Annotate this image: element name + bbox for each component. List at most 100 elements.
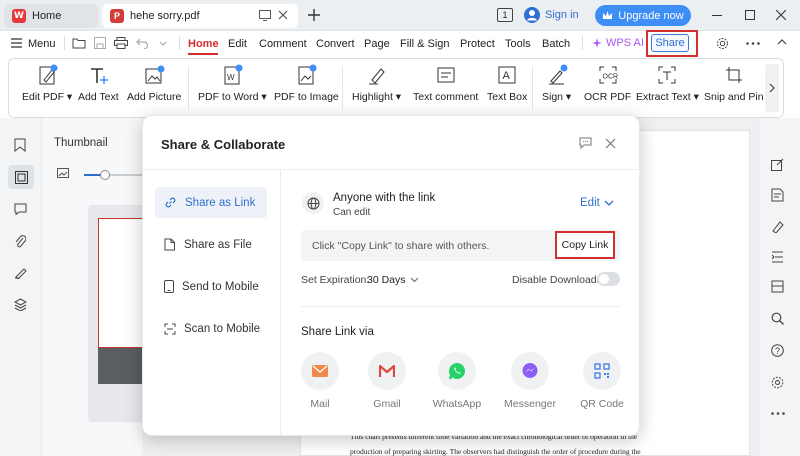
disable-downloads-toggle[interactable] [597, 272, 620, 286]
thumbnail-panel-button[interactable] [8, 165, 34, 189]
share-qr-code-button[interactable] [583, 352, 621, 390]
page-layout-icon[interactable] [771, 280, 784, 293]
ribbon-divider [188, 66, 189, 110]
svg-text:?: ? [775, 346, 780, 356]
text-box-button[interactable]: A Text Box [487, 64, 527, 103]
expiration-value: 30 Days [367, 274, 406, 286]
qr-code-icon [594, 363, 610, 379]
chevron-down-icon [604, 200, 614, 206]
share-whatsapp-button[interactable] [438, 352, 476, 390]
wps-logo-icon: W [12, 9, 26, 23]
add-picture-button[interactable]: Add Picture [127, 64, 181, 103]
new-tab-icon[interactable] [308, 9, 320, 21]
thumbnail-icon [14, 170, 28, 184]
pdf-to-image-button[interactable]: PDF to Image [274, 64, 339, 103]
divider [179, 36, 180, 50]
comment-panel-icon[interactable] [14, 203, 27, 215]
add-text-icon [91, 68, 109, 84]
text-comment-button[interactable]: Text comment [413, 64, 478, 103]
upgrade-button[interactable]: Upgrade now [595, 5, 691, 26]
edit-pdf-icon [39, 64, 58, 85]
menu-page[interactable]: Page [364, 38, 390, 50]
open-folder-icon[interactable] [72, 37, 86, 49]
expiration-dropdown[interactable]: 30 Days [367, 274, 419, 286]
page-thumbnail[interactable] [98, 218, 144, 348]
settings-gear-icon[interactable] [716, 37, 729, 50]
document-info-icon[interactable] [771, 188, 784, 202]
menu-edit[interactable]: Edit [228, 38, 247, 50]
feedback-icon[interactable] [579, 137, 592, 149]
dialog-close-icon[interactable] [605, 138, 616, 149]
snip-icon [725, 67, 742, 83]
copy-link-button[interactable]: Copy Link [555, 231, 615, 259]
chevron-down-icon [410, 277, 418, 283]
sign-button[interactable]: Sign ▾ [542, 64, 571, 103]
nav-share-as-file[interactable]: Share as File [155, 229, 267, 260]
undo-icon[interactable] [136, 37, 148, 49]
snip-and-pin-button[interactable]: Snip and Pin [704, 64, 764, 103]
ribbon-scroll-right[interactable] [765, 64, 779, 112]
save-icon[interactable] [94, 37, 106, 49]
signature-panel-icon[interactable] [14, 266, 27, 279]
thumbnail-image-icon[interactable] [57, 168, 69, 178]
access-subtitle: Can edit [333, 207, 371, 218]
properties-icon[interactable] [771, 251, 784, 263]
sidebar-more-icon[interactable] [771, 412, 785, 415]
bookmark-icon[interactable] [14, 138, 26, 152]
attachment-icon[interactable] [14, 234, 26, 248]
nav-send-to-mobile[interactable]: Send to Mobile [155, 271, 267, 302]
menu-fill-sign[interactable]: Fill & Sign [400, 38, 450, 50]
menu-comment[interactable]: Comment [259, 38, 307, 50]
share-button[interactable]: Share [651, 34, 689, 52]
scan-qr-icon [164, 323, 176, 334]
layers-icon[interactable] [14, 298, 27, 311]
highlight-button[interactable]: Highlight ▾ [352, 64, 401, 103]
pen-tool-icon[interactable] [771, 220, 784, 233]
menu-convert[interactable]: Convert [316, 38, 355, 50]
access-mode-dropdown[interactable]: Edit [580, 197, 614, 209]
maximize-icon[interactable] [745, 10, 755, 20]
share-messenger-button[interactable] [511, 352, 549, 390]
wps-ai-label: WPS AI [606, 37, 644, 49]
window-close-icon[interactable] [776, 10, 786, 20]
print-icon[interactable] [114, 37, 128, 49]
tab-close-icon[interactable] [278, 10, 288, 20]
minimize-icon[interactable] [712, 15, 722, 16]
user-avatar-icon[interactable] [524, 7, 540, 23]
redo-dropdown-icon[interactable] [158, 37, 168, 49]
page-thumbnail-shade [98, 348, 144, 384]
help-icon[interactable]: ? [771, 344, 784, 357]
edit-tool-icon[interactable] [771, 158, 784, 171]
add-text-button[interactable]: Add Text [78, 64, 119, 103]
ocr-pdf-button[interactable]: OCR OCR PDF [584, 64, 631, 103]
menu-protect[interactable]: Protect [460, 38, 495, 50]
menu-batch[interactable]: Batch [542, 38, 570, 50]
nav-scan-to-mobile[interactable]: Scan to Mobile [155, 313, 267, 344]
edit-pdf-button[interactable]: Edit PDF ▾ [22, 64, 72, 103]
menu-home[interactable]: Home [188, 38, 219, 50]
tab-screen-icon[interactable] [259, 10, 271, 21]
ribbon-divider [342, 66, 343, 110]
collapse-ribbon-icon[interactable] [777, 38, 787, 46]
share-gmail-button[interactable] [368, 352, 406, 390]
menu-tools[interactable]: Tools [505, 38, 531, 50]
view-settings-icon[interactable] [771, 376, 784, 389]
more-options-icon[interactable] [746, 42, 760, 45]
sign-label: Sign [542, 91, 564, 103]
nav-share-as-link[interactable]: Share as Link [155, 187, 267, 218]
hamburger-icon[interactable] [11, 38, 22, 48]
edit-pdf-label: Edit PDF [22, 91, 65, 103]
wps-ai-button[interactable]: WPS AI [592, 37, 644, 49]
page-indicator[interactable]: 1 [497, 8, 513, 22]
tab-home[interactable]: W Home [4, 4, 98, 28]
pdf-to-word-icon: W [224, 64, 243, 85]
extract-text-button[interactable]: Extract Text ▾ [636, 64, 699, 103]
pdf-to-word-button[interactable]: W PDF to Word ▾ [198, 64, 267, 103]
share-mail-button[interactable] [301, 352, 339, 390]
svg-text:W: W [227, 73, 235, 82]
thumbnail-slider-handle[interactable] [100, 170, 110, 180]
whatsapp-icon [448, 363, 465, 380]
menu-button[interactable]: Menu [28, 38, 56, 50]
sign-in-link[interactable]: Sign in [545, 9, 579, 21]
search-icon[interactable] [771, 312, 784, 325]
